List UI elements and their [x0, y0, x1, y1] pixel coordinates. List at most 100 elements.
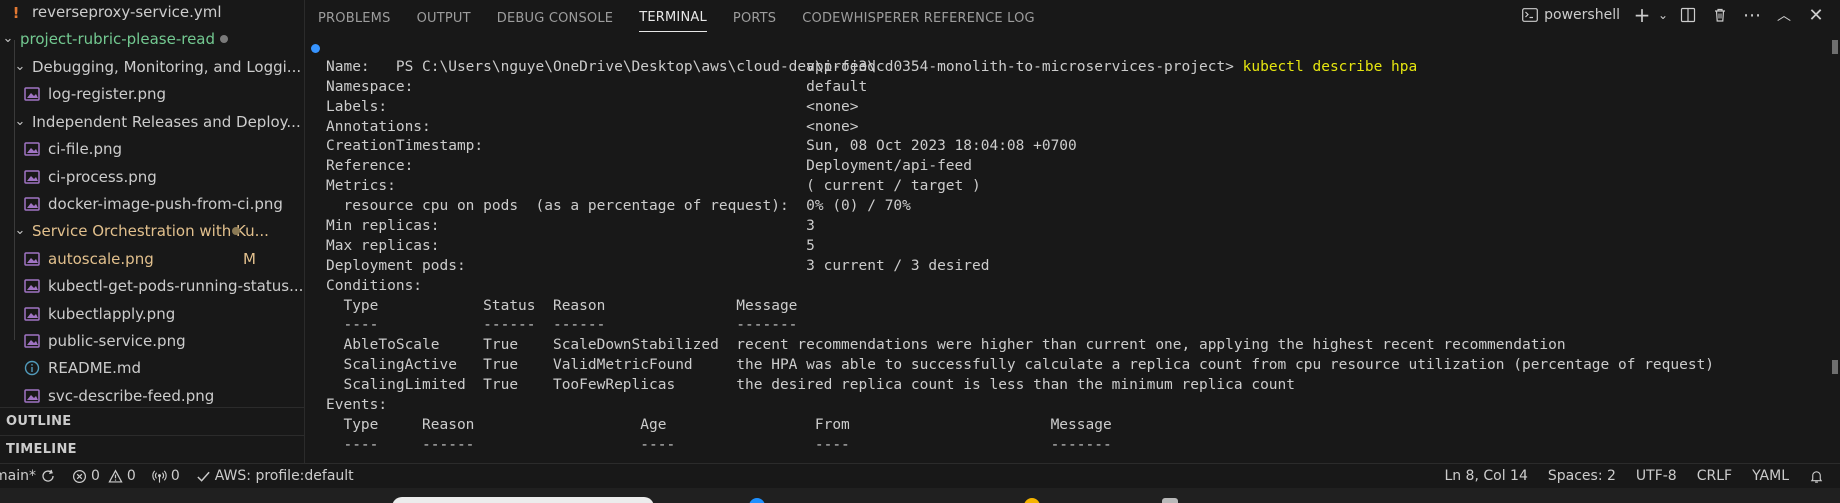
- terminal-line: Labels: <none>: [326, 98, 859, 115]
- cursor-position-status[interactable]: Ln 8, Col 14: [1434, 464, 1537, 488]
- taskbar-app-icon[interactable]: [1162, 498, 1178, 503]
- new-terminal-button[interactable]: +: [1628, 3, 1656, 27]
- chevron-down-icon: ⌄: [14, 223, 26, 238]
- eol-status[interactable]: CRLF: [1687, 464, 1742, 488]
- tree-item-label: public-service.png: [48, 331, 186, 350]
- terminal-line: ScalingLimited True TooFewReplicas the d…: [326, 377, 1296, 394]
- taskbar-search-box[interactable]: [392, 497, 654, 503]
- branch-label: main*: [0, 468, 36, 484]
- tree-item-label: Debugging, Monitoring, and Loggi...: [32, 57, 302, 76]
- panel-actions: powershell + ⌄ ⋯ ︿ ✕: [1514, 0, 1830, 30]
- tree-item-ci-process[interactable]: ci-process.png: [0, 163, 304, 190]
- bell-icon: [1810, 470, 1823, 483]
- outline-label: OUTLINE: [6, 413, 72, 429]
- terminal-line: AbleToScale True ScaleDownStabilized rec…: [326, 337, 1566, 354]
- ports-count: 0: [170, 468, 180, 484]
- image-file-icon: [24, 251, 40, 266]
- tree-folder-project-rubric[interactable]: ⌄ project-rubric-please-read: [0, 25, 304, 52]
- problems-status[interactable]: 0 0: [64, 464, 144, 488]
- tree-item-svc-describe-feed[interactable]: svc-describe-feed.png: [0, 382, 304, 409]
- terminal-line: ---- ------ ---- ---- -------: [326, 436, 1112, 453]
- terminal-line: Type Reason Age From Message: [326, 416, 1112, 433]
- tab-ports[interactable]: PORTS: [733, 11, 776, 32]
- tab-debug-console[interactable]: DEBUG CONSOLE: [497, 11, 613, 32]
- terminal-line: Name: api-feed: [326, 58, 876, 75]
- outline-section-header[interactable]: OUTLINE: [0, 407, 304, 434]
- tree-item-label: svc-describe-feed.png: [48, 386, 215, 405]
- timeline-section-header[interactable]: TIMELINE: [0, 435, 304, 462]
- more-actions-button[interactable]: ⋯: [1738, 3, 1766, 27]
- tree-item-label: autoscale.png: [48, 249, 154, 268]
- tree-item-label: ci-file.png: [48, 139, 122, 158]
- indentation-status[interactable]: Spaces: 2: [1538, 464, 1626, 488]
- terminal-line: ---- ------ ------ -------: [326, 317, 798, 334]
- maximize-panel-button[interactable]: ︿: [1770, 3, 1798, 27]
- tree-item-public-service[interactable]: public-service.png: [0, 327, 304, 354]
- tree-item-readme[interactable]: README.md: [0, 354, 304, 381]
- tree-item-log-register[interactable]: log-register.png: [0, 80, 304, 107]
- warning-icon: [108, 468, 123, 483]
- tree-item-ci-file[interactable]: ci-file.png: [0, 135, 304, 162]
- check-icon: [197, 471, 210, 482]
- split-icon: [1680, 7, 1696, 23]
- ports-status[interactable]: 0: [144, 464, 188, 488]
- yaml-file-icon: !: [12, 3, 20, 22]
- terminal-line: Events:: [326, 397, 388, 414]
- tree-folder-service-orchestration[interactable]: ⌄ Service Orchestration with Ku...: [0, 217, 304, 244]
- tree-folder-debugging[interactable]: ⌄ Debugging, Monitoring, and Loggi...: [0, 53, 304, 80]
- notifications-button[interactable]: [1799, 464, 1840, 488]
- taskbar-app-icon[interactable]: [749, 498, 765, 503]
- encoding-status[interactable]: UTF-8: [1626, 464, 1687, 488]
- scrollbar-marker: [1832, 360, 1838, 374]
- branch-status[interactable]: main*: [0, 464, 64, 488]
- terminal-line: resource cpu on pods (as a percentage of…: [326, 198, 911, 215]
- terminal-shell-selector[interactable]: powershell: [1518, 3, 1624, 27]
- tree-item-kubectl-get-pods[interactable]: kubectl-get-pods-running-status....: [0, 272, 305, 299]
- tree-item-label: README.md: [48, 358, 142, 377]
- tab-problems[interactable]: PROBLEMS: [318, 11, 391, 32]
- aws-profile-status[interactable]: AWS: profile:default: [188, 464, 362, 488]
- timeline-label: TIMELINE: [6, 441, 77, 457]
- broadcast-icon: [152, 469, 167, 483]
- tree-item-label: reverseproxy-service.yml: [32, 2, 222, 21]
- tree-item-label: kubectl-get-pods-running-status....: [48, 276, 305, 295]
- tree-item-label: docker-image-push-from-ci.png: [48, 194, 283, 213]
- terminal-line: Namespace: default: [326, 78, 868, 95]
- chevron-down-icon[interactable]: ⌄: [1656, 3, 1670, 27]
- terminal-line: Conditions:: [326, 277, 423, 294]
- language-mode-status[interactable]: YAML: [1742, 464, 1799, 488]
- image-file-icon: [24, 388, 40, 403]
- terminal-line: Max replicas: 5: [326, 237, 815, 254]
- image-file-icon: [24, 333, 40, 348]
- tree-item-reverseproxy-service[interactable]: ! reverseproxy-service.yml: [0, 0, 304, 25]
- taskbar-app-icon[interactable]: [1024, 498, 1040, 503]
- terminal-line: ScalingActive True ValidMetricFound the …: [326, 357, 1715, 374]
- explorer-sidebar: ! reverseproxy-service.yml ⌄ project-rub…: [0, 0, 305, 463]
- kill-terminal-button[interactable]: [1706, 3, 1734, 27]
- split-terminal-button[interactable]: [1674, 3, 1702, 27]
- tab-terminal[interactable]: TERMINAL: [639, 10, 707, 32]
- vscode-window: ! reverseproxy-service.yml ⌄ project-rub…: [0, 0, 1840, 503]
- tab-output[interactable]: OUTPUT: [417, 11, 471, 32]
- tree-item-autoscale[interactable]: autoscale.png M: [0, 245, 304, 272]
- image-file-icon: [24, 141, 40, 156]
- terminal-line: Annotations: <none>: [326, 118, 859, 135]
- modified-badge: M: [243, 249, 256, 268]
- info-icon: [24, 360, 40, 375]
- tree-item-label: ci-process.png: [48, 167, 157, 186]
- chevron-down-icon: ⌄: [2, 31, 14, 46]
- tree-item-label: project-rubric-please-read: [20, 29, 216, 48]
- aws-profile-label: AWS: profile:default: [214, 468, 354, 484]
- terminal-output[interactable]: PS C:\Users\nguye\OneDrive\Desktop\aws\c…: [305, 38, 1825, 463]
- tree-item-label: log-register.png: [48, 84, 167, 103]
- os-taskbar: [0, 488, 1840, 503]
- tab-codewhisperer-log[interactable]: CODEWHISPERER REFERENCE LOG: [802, 11, 1035, 32]
- warning-count: 0: [126, 468, 136, 484]
- image-file-icon: [24, 86, 40, 101]
- tree-item-docker-image-push[interactable]: docker-image-push-from-ci.png: [0, 190, 304, 217]
- chevron-down-icon: ⌄: [14, 59, 26, 74]
- terminal-scrollbar[interactable]: [1830, 38, 1840, 463]
- tree-folder-independent-releases[interactable]: ⌄ Independent Releases and Deploy...: [0, 108, 304, 135]
- close-panel-button[interactable]: ✕: [1802, 3, 1830, 27]
- tree-item-kubectlapply[interactable]: kubectlapply.png: [0, 300, 304, 327]
